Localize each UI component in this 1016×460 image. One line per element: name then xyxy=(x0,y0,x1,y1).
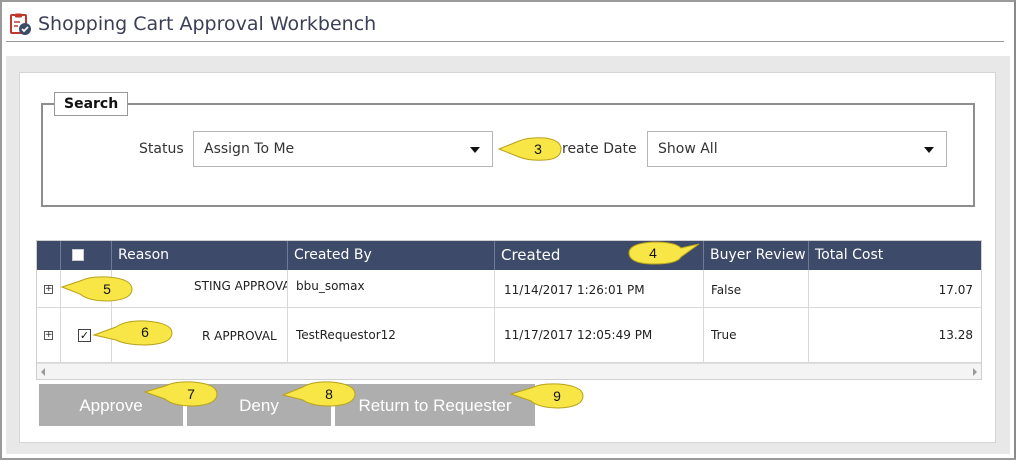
row-total-cost-cell: 17.07 xyxy=(809,270,981,307)
row-created-by-cell: bbu_somax xyxy=(288,270,495,307)
row-total-cost: 13.28 xyxy=(938,328,973,342)
row-reason: STING APPROVALS xyxy=(194,279,287,293)
row-buyer-review-cell: True xyxy=(704,308,809,362)
row-created: 11/14/2017 1:26:01 PM xyxy=(504,283,645,297)
row-created-by-cell: TestRequestor12 xyxy=(288,308,495,362)
create-date-select[interactable]: Show All xyxy=(647,131,947,167)
table-row[interactable]: + STING APPROVALS bbu_somax 11/14/2017 1… xyxy=(37,270,981,308)
chevron-down-icon[interactable] xyxy=(924,147,934,153)
row-expand-cell: + xyxy=(37,270,61,307)
row-total-cost-cell: 13.28 xyxy=(809,308,981,362)
status-select[interactable]: Assign To Me xyxy=(193,131,493,167)
callout-9: 9 xyxy=(509,382,585,409)
row-total-cost: 17.07 xyxy=(938,283,973,297)
column-header-select[interactable] xyxy=(61,241,112,270)
create-date-label: reate Date xyxy=(562,141,637,157)
row-expand-cell: + xyxy=(37,308,61,362)
column-header-reason[interactable]: Reason xyxy=(112,241,288,270)
callout-4: 4 xyxy=(625,240,701,266)
callout-6: 6 xyxy=(92,319,174,346)
callout-5: 5 xyxy=(60,275,134,302)
status-label: Status xyxy=(139,141,184,157)
title-bar: Shopping Cart Approval Workbench xyxy=(2,2,1010,42)
row-reason: R APPROVAL xyxy=(202,329,277,343)
callout-3: 3 xyxy=(497,136,563,162)
callout-7: 7 xyxy=(143,380,219,407)
column-header-created-by[interactable]: Created By xyxy=(288,241,495,270)
row-created-by: TestRequestor12 xyxy=(296,328,396,342)
search-legend: Search xyxy=(54,92,129,116)
expand-icon[interactable]: + xyxy=(44,285,53,294)
scroll-left-icon[interactable] xyxy=(41,368,45,376)
row-created-cell: 11/14/2017 1:26:01 PM xyxy=(495,270,704,307)
scroll-right-icon[interactable] xyxy=(973,368,977,376)
row-buyer-review: False xyxy=(711,283,742,297)
title-divider xyxy=(6,41,1004,42)
cart-grid: Reason Created By Created Buyer Review T… xyxy=(36,240,982,380)
horizontal-scrollbar[interactable] xyxy=(37,363,981,379)
clipboard-check-icon xyxy=(10,13,31,35)
callout-8: 8 xyxy=(281,380,357,407)
row-buyer-review-cell: False xyxy=(704,270,809,307)
row-created: 11/17/2017 12:05:49 PM xyxy=(504,328,653,342)
row-created-cell: 11/17/2017 12:05:49 PM xyxy=(495,308,704,362)
column-header-total-cost[interactable]: Total Cost xyxy=(809,241,981,270)
row-checkbox-checked[interactable]: ✓ xyxy=(78,329,91,342)
expand-icon[interactable]: + xyxy=(44,331,53,340)
row-buyer-review: True xyxy=(711,328,737,342)
row-created-by: bbu_somax xyxy=(296,279,365,293)
chevron-down-icon[interactable] xyxy=(470,147,480,153)
status-select-value: Assign To Me xyxy=(204,141,295,157)
column-header-buyer-review[interactable]: Buyer Review xyxy=(704,241,809,270)
grid-header: Reason Created By Created Buyer Review T… xyxy=(37,241,981,270)
create-date-select-value: Show All xyxy=(658,141,718,157)
select-all-checkbox[interactable] xyxy=(72,249,84,261)
page-title: Shopping Cart Approval Workbench xyxy=(38,13,377,35)
column-header-expand xyxy=(37,241,61,270)
